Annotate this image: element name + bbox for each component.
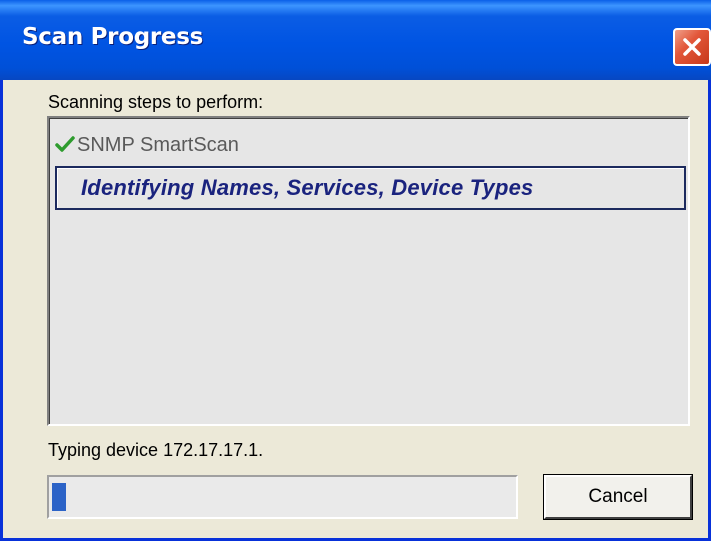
step-item-snmp-smartscan: SNMP SmartScan <box>55 132 239 158</box>
step-item-current: Identifying Names, Services, Device Type… <box>55 166 686 210</box>
step-label: SNMP SmartScan <box>77 133 239 156</box>
cancel-button[interactable]: Cancel <box>543 474 693 520</box>
close-icon <box>683 38 701 56</box>
close-button[interactable] <box>673 28 711 66</box>
checkmark-icon <box>55 136 75 152</box>
progress-bar <box>47 475 518 519</box>
scan-progress-dialog: Scan Progress Scanning steps to perform:… <box>0 0 711 541</box>
window-title: Scan Progress <box>22 24 203 50</box>
steps-heading: Scanning steps to perform: <box>48 92 264 112</box>
step-label: Identifying Names, Services, Device Type… <box>81 175 534 200</box>
steps-list: SNMP SmartScan Identifying Names, Servic… <box>47 116 690 426</box>
title-bar[interactable]: Scan Progress <box>0 0 711 80</box>
status-text: Typing device 172.17.17.1. <box>48 440 264 460</box>
progress-fill <box>52 483 66 511</box>
